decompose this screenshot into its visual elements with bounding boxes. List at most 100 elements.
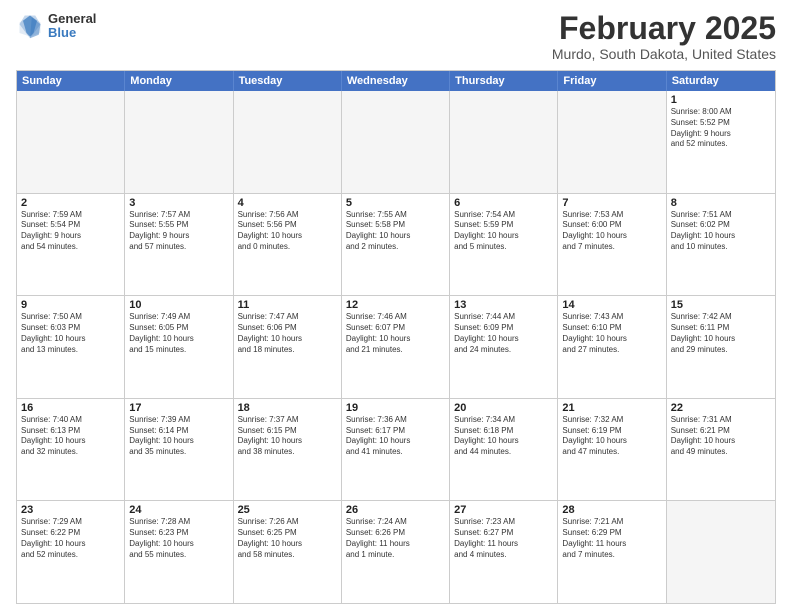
calendar-cell: 5Sunrise: 7:55 AM Sunset: 5:58 PM Daylig… bbox=[342, 194, 450, 296]
day-number: 28 bbox=[562, 504, 661, 516]
day-number: 12 bbox=[346, 299, 445, 311]
calendar-cell: 19Sunrise: 7:36 AM Sunset: 6:17 PM Dayli… bbox=[342, 399, 450, 501]
logo-general: General bbox=[48, 12, 96, 26]
calendar-cell: 27Sunrise: 7:23 AM Sunset: 6:27 PM Dayli… bbox=[450, 501, 558, 603]
day-number: 19 bbox=[346, 402, 445, 414]
day-number: 14 bbox=[562, 299, 661, 311]
title-area: February 2025 Murdo, South Dakota, Unite… bbox=[552, 12, 776, 62]
location: Murdo, South Dakota, United States bbox=[552, 46, 776, 62]
calendar-cell bbox=[667, 501, 775, 603]
cell-details: Sunrise: 7:57 AM Sunset: 5:55 PM Dayligh… bbox=[129, 210, 228, 253]
day-number: 20 bbox=[454, 402, 553, 414]
cell-details: Sunrise: 7:46 AM Sunset: 6:07 PM Dayligh… bbox=[346, 312, 445, 355]
cell-details: Sunrise: 7:54 AM Sunset: 5:59 PM Dayligh… bbox=[454, 210, 553, 253]
day-number: 17 bbox=[129, 402, 228, 414]
day-number: 16 bbox=[21, 402, 120, 414]
cell-details: Sunrise: 7:24 AM Sunset: 6:26 PM Dayligh… bbox=[346, 517, 445, 560]
day-number: 2 bbox=[21, 197, 120, 209]
cell-details: Sunrise: 7:49 AM Sunset: 6:05 PM Dayligh… bbox=[129, 312, 228, 355]
calendar-cell: 21Sunrise: 7:32 AM Sunset: 6:19 PM Dayli… bbox=[558, 399, 666, 501]
calendar-cell bbox=[234, 91, 342, 193]
calendar-cell: 7Sunrise: 7:53 AM Sunset: 6:00 PM Daylig… bbox=[558, 194, 666, 296]
day-number: 18 bbox=[238, 402, 337, 414]
cell-details: Sunrise: 7:56 AM Sunset: 5:56 PM Dayligh… bbox=[238, 210, 337, 253]
cell-details: Sunrise: 7:47 AM Sunset: 6:06 PM Dayligh… bbox=[238, 312, 337, 355]
day-number: 4 bbox=[238, 197, 337, 209]
cell-details: Sunrise: 7:53 AM Sunset: 6:00 PM Dayligh… bbox=[562, 210, 661, 253]
calendar-cell: 12Sunrise: 7:46 AM Sunset: 6:07 PM Dayli… bbox=[342, 296, 450, 398]
calendar-cell: 23Sunrise: 7:29 AM Sunset: 6:22 PM Dayli… bbox=[17, 501, 125, 603]
cell-details: Sunrise: 7:28 AM Sunset: 6:23 PM Dayligh… bbox=[129, 517, 228, 560]
calendar-row-3: 16Sunrise: 7:40 AM Sunset: 6:13 PM Dayli… bbox=[17, 398, 775, 501]
calendar-cell: 15Sunrise: 7:42 AM Sunset: 6:11 PM Dayli… bbox=[667, 296, 775, 398]
day-number: 6 bbox=[454, 197, 553, 209]
day-number: 15 bbox=[671, 299, 771, 311]
day-number: 22 bbox=[671, 402, 771, 414]
calendar-cell: 25Sunrise: 7:26 AM Sunset: 6:25 PM Dayli… bbox=[234, 501, 342, 603]
cell-details: Sunrise: 7:37 AM Sunset: 6:15 PM Dayligh… bbox=[238, 415, 337, 458]
cell-details: Sunrise: 7:26 AM Sunset: 6:25 PM Dayligh… bbox=[238, 517, 337, 560]
calendar-cell: 26Sunrise: 7:24 AM Sunset: 6:26 PM Dayli… bbox=[342, 501, 450, 603]
day-number: 26 bbox=[346, 504, 445, 516]
header-day-sunday: Sunday bbox=[17, 71, 125, 91]
calendar-cell: 9Sunrise: 7:50 AM Sunset: 6:03 PM Daylig… bbox=[17, 296, 125, 398]
calendar-cell: 4Sunrise: 7:56 AM Sunset: 5:56 PM Daylig… bbox=[234, 194, 342, 296]
calendar: SundayMondayTuesdayWednesdayThursdayFrid… bbox=[16, 70, 776, 604]
calendar-row-0: 1Sunrise: 8:00 AM Sunset: 5:52 PM Daylig… bbox=[17, 91, 775, 193]
cell-details: Sunrise: 7:23 AM Sunset: 6:27 PM Dayligh… bbox=[454, 517, 553, 560]
day-number: 23 bbox=[21, 504, 120, 516]
header-day-thursday: Thursday bbox=[450, 71, 558, 91]
logo: General Blue bbox=[16, 12, 96, 41]
calendar-cell: 28Sunrise: 7:21 AM Sunset: 6:29 PM Dayli… bbox=[558, 501, 666, 603]
day-number: 24 bbox=[129, 504, 228, 516]
calendar-cell: 17Sunrise: 7:39 AM Sunset: 6:14 PM Dayli… bbox=[125, 399, 233, 501]
logo-blue: Blue bbox=[48, 26, 96, 40]
header-day-friday: Friday bbox=[558, 71, 666, 91]
cell-details: Sunrise: 7:40 AM Sunset: 6:13 PM Dayligh… bbox=[21, 415, 120, 458]
calendar-header: SundayMondayTuesdayWednesdayThursdayFrid… bbox=[17, 71, 775, 91]
calendar-cell: 13Sunrise: 7:44 AM Sunset: 6:09 PM Dayli… bbox=[450, 296, 558, 398]
cell-details: Sunrise: 8:00 AM Sunset: 5:52 PM Dayligh… bbox=[671, 107, 771, 150]
cell-details: Sunrise: 7:42 AM Sunset: 6:11 PM Dayligh… bbox=[671, 312, 771, 355]
calendar-cell bbox=[342, 91, 450, 193]
calendar-cell bbox=[17, 91, 125, 193]
calendar-cell: 10Sunrise: 7:49 AM Sunset: 6:05 PM Dayli… bbox=[125, 296, 233, 398]
header-day-monday: Monday bbox=[125, 71, 233, 91]
day-number: 27 bbox=[454, 504, 553, 516]
calendar-cell bbox=[450, 91, 558, 193]
day-number: 11 bbox=[238, 299, 337, 311]
calendar-cell: 22Sunrise: 7:31 AM Sunset: 6:21 PM Dayli… bbox=[667, 399, 775, 501]
calendar-cell: 20Sunrise: 7:34 AM Sunset: 6:18 PM Dayli… bbox=[450, 399, 558, 501]
cell-details: Sunrise: 7:50 AM Sunset: 6:03 PM Dayligh… bbox=[21, 312, 120, 355]
header-day-tuesday: Tuesday bbox=[234, 71, 342, 91]
cell-details: Sunrise: 7:55 AM Sunset: 5:58 PM Dayligh… bbox=[346, 210, 445, 253]
day-number: 8 bbox=[671, 197, 771, 209]
calendar-cell: 24Sunrise: 7:28 AM Sunset: 6:23 PM Dayli… bbox=[125, 501, 233, 603]
header-day-saturday: Saturday bbox=[667, 71, 775, 91]
calendar-cell: 6Sunrise: 7:54 AM Sunset: 5:59 PM Daylig… bbox=[450, 194, 558, 296]
calendar-cell: 8Sunrise: 7:51 AM Sunset: 6:02 PM Daylig… bbox=[667, 194, 775, 296]
calendar-cell: 2Sunrise: 7:59 AM Sunset: 5:54 PM Daylig… bbox=[17, 194, 125, 296]
day-number: 21 bbox=[562, 402, 661, 414]
cell-details: Sunrise: 7:21 AM Sunset: 6:29 PM Dayligh… bbox=[562, 517, 661, 560]
day-number: 13 bbox=[454, 299, 553, 311]
header-day-wednesday: Wednesday bbox=[342, 71, 450, 91]
calendar-row-2: 9Sunrise: 7:50 AM Sunset: 6:03 PM Daylig… bbox=[17, 295, 775, 398]
cell-details: Sunrise: 7:59 AM Sunset: 5:54 PM Dayligh… bbox=[21, 210, 120, 253]
logo-text: General Blue bbox=[48, 12, 96, 41]
calendar-row-1: 2Sunrise: 7:59 AM Sunset: 5:54 PM Daylig… bbox=[17, 193, 775, 296]
calendar-cell: 11Sunrise: 7:47 AM Sunset: 6:06 PM Dayli… bbox=[234, 296, 342, 398]
cell-details: Sunrise: 7:36 AM Sunset: 6:17 PM Dayligh… bbox=[346, 415, 445, 458]
day-number: 7 bbox=[562, 197, 661, 209]
cell-details: Sunrise: 7:43 AM Sunset: 6:10 PM Dayligh… bbox=[562, 312, 661, 355]
cell-details: Sunrise: 7:32 AM Sunset: 6:19 PM Dayligh… bbox=[562, 415, 661, 458]
logo-icon bbox=[16, 12, 44, 40]
calendar-cell bbox=[125, 91, 233, 193]
month-title: February 2025 bbox=[552, 12, 776, 44]
calendar-body: 1Sunrise: 8:00 AM Sunset: 5:52 PM Daylig… bbox=[17, 91, 775, 603]
day-number: 1 bbox=[671, 94, 771, 106]
calendar-row-4: 23Sunrise: 7:29 AM Sunset: 6:22 PM Dayli… bbox=[17, 500, 775, 603]
calendar-cell bbox=[558, 91, 666, 193]
cell-details: Sunrise: 7:29 AM Sunset: 6:22 PM Dayligh… bbox=[21, 517, 120, 560]
cell-details: Sunrise: 7:44 AM Sunset: 6:09 PM Dayligh… bbox=[454, 312, 553, 355]
